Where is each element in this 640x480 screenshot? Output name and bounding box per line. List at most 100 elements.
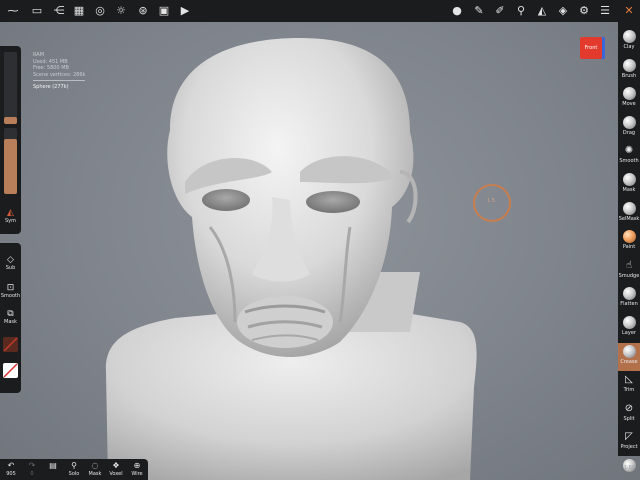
tool-mask[interactable]: Mask — [618, 171, 640, 199]
tool-label: SelMask — [618, 215, 640, 222]
mask-sphere-icon — [622, 173, 636, 186]
scene-stats: RAM Used: 451 MB Free: 5800 MB Scene ver… — [33, 52, 85, 91]
project-icon: ◸ — [625, 431, 633, 443]
bottom-toolbar: ↶ 905 ↷ 0 ▤ ⚲ Solo ◌ Mask ❖ Voxel ⊕ Wire — [0, 459, 148, 480]
tool-layer[interactable]: Layer — [618, 314, 640, 342]
layers-icon[interactable]: ◈ — [556, 4, 570, 18]
symmetry-icon: ◭ — [7, 208, 14, 218]
bottom-tool-label: Mask — [88, 471, 102, 477]
stats-divider — [33, 80, 85, 81]
left-slider-panel: ◭ Sym — [0, 46, 21, 234]
bottom-tool-label: Wire — [131, 471, 143, 477]
crease-sphere-icon — [622, 344, 636, 358]
grid-icon[interactable]: ▦ — [72, 4, 86, 18]
tool-drag[interactable]: Drag — [618, 114, 640, 142]
stroke-icon[interactable]: ✐ — [493, 4, 507, 18]
sculpt-mesh[interactable] — [0, 22, 640, 480]
stats-object: Sphere (277k) — [33, 84, 69, 90]
redo-button[interactable]: ↷ 0 — [22, 461, 42, 478]
magnifier-icon: ⚲ — [71, 461, 77, 470]
tool-clay[interactable]: Clay — [618, 28, 640, 56]
pencil-icon[interactable]: ✎ — [472, 4, 486, 18]
sub-tool[interactable]: ◇ Sub — [0, 255, 21, 272]
top-toolbar: ⁓ ▭ ⋲ ▦ ◎ ☼ ⊛ ▣ ▶ ● ✎ ✐ ⚲ ◭ ◈ ⚙ ☰ ✕ — [0, 0, 640, 22]
smooth-label: Smooth — [0, 293, 21, 299]
wire-button[interactable]: ⊕ Wire — [127, 461, 147, 478]
material-swatch-slash-icon — [3, 337, 18, 352]
radius-slider-fill — [4, 116, 17, 124]
tool-label: Drag — [622, 129, 636, 136]
tool-crease[interactable]: Crease — [618, 342, 640, 371]
bottom-tool-label: 0 — [30, 471, 34, 477]
tool-label: Trim — [623, 387, 635, 394]
right-footer-value: 1.60 — [624, 465, 636, 471]
bottom-tool-label: Voxel — [109, 471, 123, 477]
split-icon: ⊘ — [624, 402, 634, 414]
intensity-slider[interactable] — [4, 128, 17, 194]
move-sphere-icon — [622, 87, 636, 101]
smooth-tool[interactable]: ⊡ Smooth — [0, 283, 21, 300]
viewport-3d[interactable]: RAM Used: 451 MB Free: 5800 MB Scene ver… — [0, 22, 640, 480]
undo-button[interactable]: ↶ 905 — [1, 461, 21, 478]
clay-sphere-icon — [622, 30, 636, 43]
menu-sliders-icon[interactable]: ☰ — [598, 4, 612, 18]
radius-slider[interactable] — [4, 52, 17, 124]
drop-icon: ◇ — [7, 255, 14, 265]
background-image-icon[interactable]: ▣ — [157, 4, 171, 18]
bottom-tool-label: 905 — [6, 471, 16, 477]
topology-icon[interactable]: ◎ — [93, 4, 107, 18]
camera-icon[interactable]: ▶ — [178, 4, 192, 18]
tool-label: Paint — [622, 244, 636, 251]
folder-icon[interactable]: ▭ — [30, 4, 44, 18]
light-icon[interactable]: ☼ — [114, 4, 128, 18]
tool-trim[interactable]: ◺ Trim — [618, 371, 640, 399]
material-color-swatch[interactable] — [3, 337, 18, 352]
symmetry-icon[interactable]: ⚲ — [514, 4, 528, 18]
brush-cursor-value: 1.5 — [487, 198, 495, 204]
mask-tool[interactable]: ⧉ Mask — [0, 309, 21, 326]
gizmo-button[interactable]: ▤ — [43, 461, 63, 471]
voxel-icon: ❖ — [112, 461, 120, 470]
tool-brush[interactable]: Brush — [618, 57, 640, 85]
tool-label: Project — [620, 444, 638, 451]
tool-label: Brush — [621, 72, 637, 79]
tool-selmask[interactable]: SelMask — [618, 200, 640, 228]
mask-label: Mask — [4, 319, 17, 325]
selmask-sphere-icon — [622, 201, 636, 215]
tool-smudge[interactable]: ☝ Smudge — [618, 257, 640, 285]
matcap-icon[interactable]: ● — [450, 4, 464, 18]
voxel-button[interactable]: ❖ Voxel — [106, 461, 126, 478]
bottom-tool-label: Solo — [68, 471, 80, 477]
sub-label: Sub — [5, 265, 16, 271]
nomad-logo-icon[interactable]: ⁓ — [6, 4, 20, 18]
tool-label: Flatten — [620, 301, 638, 308]
box-icon: ▤ — [49, 461, 57, 470]
tool-smooth[interactable]: ✺ Smooth — [618, 142, 640, 170]
tool-label: Split — [623, 415, 635, 422]
stats-line: Scene vertices: 286k — [33, 71, 86, 78]
tool-project[interactable]: ◸ Project — [618, 428, 640, 456]
settings-icon[interactable]: ⚙ — [577, 4, 591, 18]
material-icon[interactable]: ⊛ — [136, 4, 150, 18]
redo-icon: ↷ — [28, 461, 36, 470]
sym-label: Sym — [4, 218, 16, 224]
solo-button[interactable]: ⚲ Solo — [64, 461, 84, 478]
paint-color-swatch[interactable] — [3, 363, 18, 378]
tool-paint[interactable]: Paint — [618, 228, 640, 256]
scene-tree-icon[interactable]: ⋲ — [52, 4, 66, 18]
shading-icon[interactable]: ◭ — [535, 4, 549, 18]
sym-tool[interactable]: ◭ Sym — [0, 208, 21, 225]
view-cube[interactable]: Front — [580, 37, 602, 59]
layer-sphere-icon — [622, 316, 636, 329]
wire-icon: ⊕ — [133, 461, 141, 470]
tool-split[interactable]: ⊘ Split — [618, 400, 640, 428]
mask-square-icon: ⧉ — [7, 309, 14, 319]
tool-flatten[interactable]: Flatten — [618, 285, 640, 313]
view-cube-label: Front — [584, 45, 598, 51]
tool-move[interactable]: Move — [618, 85, 640, 113]
smudge-icon: ☝ — [625, 259, 633, 271]
mask-visibility-button[interactable]: ◌ Mask — [85, 461, 105, 478]
tools-icon[interactable]: ✕ — [622, 4, 636, 18]
drag-sphere-icon — [622, 115, 636, 129]
tool-label: Move — [622, 101, 636, 108]
